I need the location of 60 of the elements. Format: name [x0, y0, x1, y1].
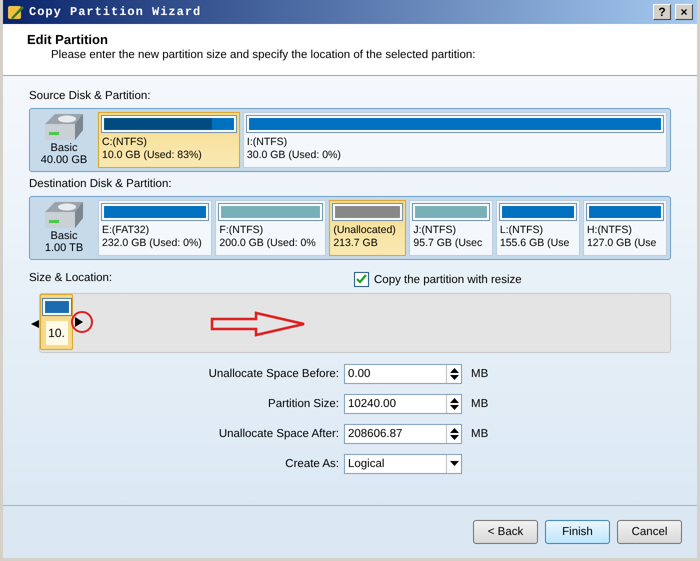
partition-detail: 127.0 GB (Use [586, 237, 658, 250]
partition-tile[interactable]: F:(NTFS) 200.0 GB (Used: 0% [215, 200, 326, 256]
disk-type: Basic [50, 230, 78, 242]
partition-detail: 10.0 GB (Used: 83%) [102, 149, 203, 162]
caret-icon[interactable] [450, 461, 458, 467]
partition-detail: 232.0 GB (Used: 0%) [102, 237, 203, 250]
wizard-button[interactable]: < Back [473, 520, 538, 544]
partition-detail: 200.0 GB (Used: 0% [219, 237, 317, 250]
check-icon [356, 274, 367, 285]
unit-label: MB [471, 398, 488, 410]
partition-tile[interactable]: C:(NTFS) 10.0 GB (Used: 83%) [98, 112, 240, 168]
help-button[interactable]: ? [653, 4, 671, 20]
partition-detail: 95.7 GB (Usec [413, 237, 484, 250]
partition-block[interactable]: 10. [40, 294, 73, 350]
wizard-button[interactable]: Finish [545, 520, 610, 544]
partition-tile[interactable]: J:(NTFS) 95.7 GB (Usec [409, 200, 493, 256]
resize-checkbox[interactable]: Copy the partition with resize [354, 272, 522, 287]
spinner-arrows-icon[interactable] [450, 427, 458, 441]
unit-label: MB [471, 428, 488, 440]
disk-type: Basic [50, 142, 78, 154]
number-field[interactable]: 10240.00 [344, 394, 462, 414]
disk-size: 1.00 TB [44, 242, 84, 254]
left-arrow-icon[interactable] [30, 319, 40, 329]
close-button[interactable]: × [675, 4, 693, 20]
field-label: Partition Size: [267, 398, 339, 410]
partition-tile[interactable]: L:(NTFS) 155.6 GB (Use [496, 200, 580, 256]
partition-detail: 30.0 GB (Used: 0%) [246, 149, 342, 162]
header-subtitle: Please enter the new partition size and specify the location of the selected partition: [50, 49, 476, 61]
number-field[interactable]: 0.00 [344, 364, 462, 384]
create-as-dropdown[interactable]: Logical [344, 454, 462, 474]
partition-name: C:(NTFS) [102, 136, 148, 149]
partition-tile[interactable]: E:(FAT32) 232.0 GB (Used: 0%) [98, 200, 212, 256]
partition-name: L:(NTFS) [500, 224, 544, 237]
pencil-icon [7, 3, 25, 21]
partition-tile[interactable]: (Unallocated) 213.7 GB [329, 200, 406, 256]
section-label: Size & Location: [29, 272, 114, 286]
wizard-button[interactable]: Cancel [617, 520, 682, 544]
section-label: Source Disk & Partition: [29, 90, 152, 102]
partition-name: F:(NTFS) [219, 224, 264, 237]
disk-size: 40.00 GB [40, 154, 88, 166]
partition-name: (Unallocated) [333, 224, 397, 237]
block-size: 10. [46, 321, 68, 345]
partition-name: H:(NTFS) [586, 224, 633, 237]
spinner-arrows-icon[interactable] [450, 397, 458, 411]
partition-tile[interactable]: I:(NTFS) 30.0 GB (Used: 0%) [242, 112, 667, 168]
partition-detail: 213.7 GB [333, 237, 379, 250]
section-label: Destination Disk & Partition: [29, 178, 173, 190]
unit-label: MB [471, 368, 488, 380]
spinner-arrows-icon[interactable] [450, 367, 458, 381]
header-title: Edit Partition [27, 32, 109, 47]
partition-name: I:(NTFS) [246, 136, 288, 149]
window-title: Copy Partition Wizard [29, 5, 202, 19]
number-field[interactable]: 208606.87 [344, 424, 462, 444]
partition-tile[interactable]: H:(NTFS) 127.0 GB (Use [582, 200, 667, 256]
field-label: Unallocate Space After: [218, 428, 339, 440]
field-label: Create As: [284, 458, 339, 470]
partition-detail: 155.6 GB (Use [500, 237, 570, 250]
field-label: Unallocate Space Before: [208, 368, 339, 380]
partition-name: E:(FAT32) [102, 224, 150, 237]
partition-name: J:(NTFS) [413, 224, 457, 237]
